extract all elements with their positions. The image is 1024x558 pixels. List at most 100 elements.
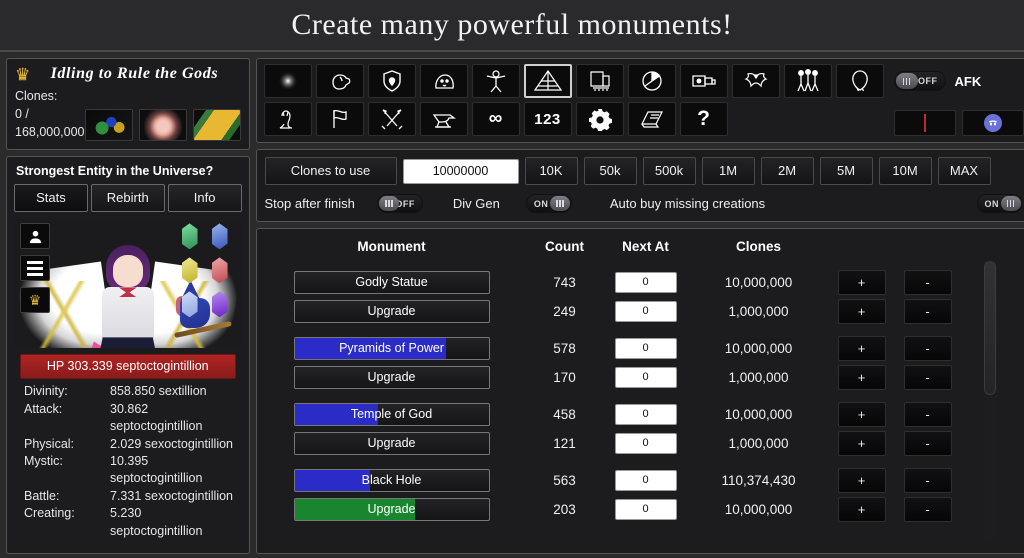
blue-gem[interactable] [211, 223, 228, 250]
profile-icon[interactable] [20, 223, 50, 250]
increase-button[interactable]: + [837, 336, 886, 361]
amount-2m-button[interactable]: 2M [760, 157, 814, 185]
help-icon[interactable]: ? [679, 102, 728, 136]
increase-button[interactable]: + [837, 431, 886, 456]
amount-1m-button[interactable]: 1M [701, 157, 755, 185]
monument-name-cell: Black Hole [257, 469, 527, 492]
monument-buy-bar[interactable]: Temple of God [293, 403, 490, 426]
amount-5m-button[interactable]: 5M [819, 157, 873, 185]
decrease-button[interactable]: - [903, 468, 952, 493]
next-at-input[interactable]: 0 [614, 433, 677, 454]
light-blue-gem[interactable] [181, 291, 198, 318]
monument-buy-bar[interactable]: Upgrade [293, 300, 490, 323]
next-at-input[interactable]: 0 [614, 272, 677, 293]
increase-button[interactable]: + [837, 402, 886, 427]
training-body-icon[interactable] [471, 64, 520, 98]
purple-gem[interactable] [211, 291, 228, 318]
decrease-button[interactable]: - [903, 336, 952, 361]
gear-icon[interactable] [575, 102, 624, 136]
stop-after-finish-toggle[interactable]: OFF [376, 194, 423, 213]
amount-max-button[interactable]: MAX [937, 157, 991, 185]
increase-button[interactable]: + [837, 497, 886, 522]
red-gem[interactable] [211, 257, 228, 284]
amount-50k-button[interactable]: 50k [583, 157, 637, 185]
stat-row: Physical: 2.029 sexoctogintillion [24, 436, 234, 453]
infinity-glyph: ∞ [488, 108, 503, 129]
monument-scrollbar-thumb[interactable] [983, 261, 996, 396]
crossed-swords-icon[interactable] [367, 102, 416, 136]
discord-button[interactable] [961, 110, 1024, 136]
slime-icon[interactable] [419, 64, 468, 98]
table-row: Godly Statue 743 0 10,000,000 + - [257, 268, 1024, 297]
monument-buy-bar[interactable]: Godly Statue [293, 271, 490, 294]
afk-toggle[interactable]: OFF [893, 71, 946, 91]
flashlight-icon[interactable] [679, 64, 728, 98]
book-icon[interactable] [627, 102, 676, 136]
bat-icon[interactable] [731, 64, 780, 98]
stat-value: 30.862 septoctogintillion [110, 401, 203, 434]
glow-orb-icon[interactable] [263, 64, 312, 98]
monument-buy-bar[interactable]: Upgrade [293, 366, 490, 389]
amount-500k-button[interactable]: 500k [642, 157, 696, 185]
rose-item-icon[interactable] [138, 109, 187, 142]
monument-buy-bar[interactable]: Upgrade [293, 432, 490, 455]
infinity-icon[interactable]: ∞ [471, 102, 520, 136]
increase-button[interactable]: + [837, 468, 886, 493]
minus-cell: - [895, 336, 961, 361]
table-row: Pyramids of Power 578 0 10,000,000 + - [257, 334, 1024, 363]
next-at-input[interactable]: 0 [614, 338, 677, 359]
red-marker-button[interactable] [893, 110, 956, 136]
decrease-button[interactable]: - [903, 299, 952, 324]
building-icon[interactable] [575, 64, 624, 98]
anvil-icon[interactable] [419, 102, 468, 136]
div-gen-toggle[interactable]: ON [525, 194, 572, 213]
shield-icon[interactable] [367, 64, 416, 98]
decrease-button[interactable]: - [903, 365, 952, 390]
monument-name-label: Temple of God [350, 407, 433, 421]
increase-button[interactable]: + [837, 270, 886, 295]
portrait-side-buttons: ♛ [20, 223, 50, 314]
gold-item-icon[interactable] [192, 109, 241, 142]
three-people-icon[interactable] [783, 64, 832, 98]
flag-icon[interactable] [315, 102, 364, 136]
candy-item-icon[interactable] [84, 109, 133, 142]
clones-to-use-button[interactable]: Clones to use [264, 157, 397, 185]
decrease-button[interactable]: - [903, 402, 952, 427]
auto-buy-toggle[interactable]: ON [976, 194, 1023, 213]
green-gem[interactable] [181, 223, 198, 250]
table-row: Upgrade 203 0 10,000,000 + - [257, 495, 1024, 524]
character-face [112, 255, 143, 288]
pyramid-icon[interactable] [523, 64, 572, 98]
tab-rebirth[interactable]: Rebirth [90, 184, 165, 213]
monument-buy-bar[interactable]: Black Hole [293, 469, 490, 492]
monument-buy-bar[interactable]: Pyramids of Power [293, 337, 490, 360]
pie-chart-icon[interactable] [627, 64, 676, 98]
yellow-gem[interactable] [181, 257, 198, 284]
monument-clones: 1,000,000 [728, 304, 789, 319]
icon-grid: ∞ 123 ? [263, 64, 884, 136]
increase-button[interactable]: + [837, 299, 886, 324]
menu-icon[interactable] [20, 255, 50, 282]
amount-10k-button[interactable]: 10K [524, 157, 578, 185]
plus-cell: + [829, 468, 895, 493]
tab-info[interactable]: Info [167, 184, 242, 213]
monument-buy-bar[interactable]: Upgrade [293, 498, 490, 521]
amount-10m-button[interactable]: 10M [878, 157, 932, 185]
decrease-button[interactable]: - [903, 270, 952, 295]
next-at-input[interactable]: 0 [614, 404, 677, 425]
cat-icon[interactable] [263, 102, 312, 136]
clones-to-use-input[interactable] [402, 158, 519, 184]
next-at-input[interactable]: 0 [614, 470, 677, 491]
next-at-input[interactable]: 0 [614, 301, 677, 322]
increase-button[interactable]: + [837, 365, 886, 390]
numbers-icon[interactable]: 123 [523, 102, 572, 136]
next-at-input[interactable]: 0 [614, 367, 677, 388]
crown-icon-button[interactable]: ♛ [20, 287, 50, 314]
next-at-input[interactable]: 0 [614, 499, 677, 520]
ghost-icon[interactable] [835, 64, 884, 98]
monument-scrollbar[interactable] [982, 261, 997, 541]
decrease-button[interactable]: - [903, 431, 952, 456]
fist-icon[interactable] [315, 64, 364, 98]
tab-stats[interactable]: Stats [14, 184, 88, 213]
decrease-button[interactable]: - [903, 497, 952, 522]
